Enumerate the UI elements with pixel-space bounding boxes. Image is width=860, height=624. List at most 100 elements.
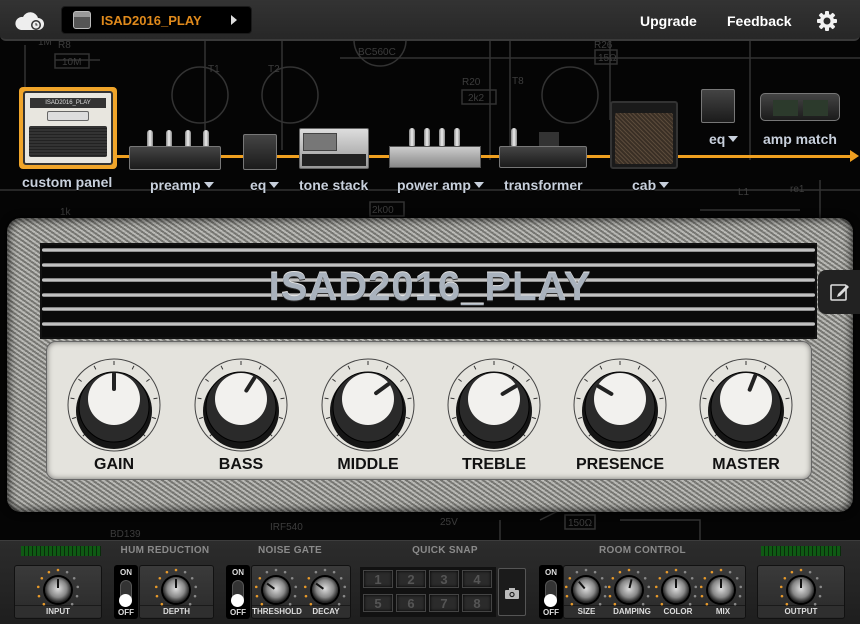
- toggle-on-label: ON: [232, 568, 244, 577]
- schem-label: BC560C: [358, 47, 396, 58]
- camera-icon: [505, 588, 519, 599]
- schem-label: 150Ω: [568, 518, 593, 529]
- chain-custom-panel[interactable]: ISAD2016_PLAY: [19, 87, 117, 169]
- schem-label: R8: [58, 40, 71, 51]
- toggle-on-label: ON: [120, 568, 132, 577]
- noise-gate-toggle[interactable]: ON OFF: [226, 565, 250, 619]
- output-knob[interactable]: [788, 577, 814, 603]
- chain-label-eq-post[interactable]: eq: [709, 131, 739, 147]
- knob-bass[interactable]: [193, 357, 289, 453]
- schem-label: 2k2: [468, 93, 485, 104]
- knob-pointer: [175, 579, 177, 588]
- toggle-knob: [231, 594, 244, 607]
- toggle-off-label: OFF: [118, 608, 134, 617]
- chain-transformer[interactable]: [499, 128, 587, 170]
- snap-slot-4[interactable]: 4: [462, 570, 492, 588]
- amp-thumbnail-icon: [73, 11, 91, 29]
- depth-knob[interactable]: [163, 577, 189, 603]
- knob-treble[interactable]: [446, 357, 542, 453]
- knob-pointer: [720, 579, 722, 588]
- chain-label-transformer[interactable]: transformer: [504, 177, 583, 193]
- gear-icon[interactable]: [816, 10, 838, 32]
- dropdown-caret-icon: [269, 182, 280, 188]
- knob-pointer: [57, 579, 59, 588]
- dropdown-caret-icon: [473, 182, 484, 188]
- knob-label-bass: BASS: [218, 456, 264, 473]
- chain-tone-stack[interactable]: [299, 128, 369, 169]
- section-hum-reduction: HUM REDUCTION: [120, 545, 210, 556]
- chain-label-eq[interactable]: eq: [250, 177, 280, 193]
- schem-label: re1: [790, 184, 805, 195]
- preset-selector[interactable]: ISAD2016_PLAY: [61, 6, 252, 34]
- chain-label-amp-match[interactable]: amp match: [763, 131, 837, 147]
- upgrade-link[interactable]: Upgrade: [640, 13, 697, 29]
- snap-slot-6[interactable]: 6: [396, 594, 426, 612]
- snap-slot-1[interactable]: 1: [363, 570, 393, 588]
- dropdown-caret-icon: [203, 182, 214, 188]
- knob-label-treble: TREBLE: [462, 456, 526, 473]
- schem-label: 2k00: [372, 205, 394, 216]
- chain-power-amp[interactable]: [389, 128, 481, 170]
- schem-label: IRF540: [270, 522, 303, 533]
- knob-pointer: [800, 579, 802, 588]
- chain-preamp[interactable]: [129, 130, 221, 170]
- snapshot-button[interactable]: [498, 568, 526, 616]
- signal-chain-arrow-icon: [850, 150, 859, 162]
- section-noise-gate: NOISE GATE: [258, 545, 322, 556]
- threshold-knob[interactable]: [263, 577, 289, 603]
- dropdown-caret-icon: [659, 182, 670, 188]
- hum-reduction-toggle[interactable]: ON OFF: [114, 565, 138, 619]
- schem-label: 1k: [60, 207, 72, 218]
- knob-gain[interactable]: [66, 357, 162, 453]
- output-level-meter: [761, 546, 841, 556]
- knob-pointer: [315, 582, 324, 590]
- knob-label-gain: GAIN: [94, 456, 134, 473]
- schem-label: T2: [268, 64, 280, 75]
- edit-panel-button[interactable]: [818, 270, 860, 314]
- toggle-off-label: OFF: [543, 608, 559, 617]
- chain-label-power-amp[interactable]: power amp: [397, 177, 484, 193]
- feedback-link[interactable]: Feedback: [727, 13, 792, 29]
- knob-pointer: [266, 582, 275, 590]
- toggle-off-label: OFF: [230, 608, 246, 617]
- mix-knob[interactable]: [708, 577, 734, 603]
- cloud-icon[interactable]: [14, 10, 44, 32]
- decay-knob[interactable]: [312, 577, 338, 603]
- snap-slot-3[interactable]: 3: [429, 570, 459, 588]
- chain-amp-match[interactable]: [760, 93, 840, 121]
- knob-pointer: [578, 580, 586, 590]
- knob-middle[interactable]: [320, 357, 416, 453]
- schem-label: 25V: [440, 517, 458, 528]
- section-quick-snap: QUICK SNAP: [412, 545, 478, 556]
- chain-label-custom-panel[interactable]: custom panel: [22, 174, 112, 190]
- knob-pointer: [628, 579, 633, 589]
- knob-master[interactable]: [698, 357, 794, 453]
- chain-label-tone-stack[interactable]: tone stack: [299, 177, 368, 193]
- section-room-control: ROOM CONTROL: [599, 545, 686, 556]
- input-level-meter: [21, 546, 101, 556]
- schem-label: L1: [738, 187, 750, 198]
- schem-label: 1M: [38, 40, 52, 48]
- color-knob[interactable]: [663, 577, 689, 603]
- schem-label: BD139: [110, 529, 141, 540]
- schem-label: T1: [208, 64, 220, 75]
- chain-eq-post[interactable]: [701, 89, 735, 123]
- snap-slot-5[interactable]: 5: [363, 594, 393, 612]
- play-arrow-icon[interactable]: [231, 15, 237, 25]
- chain-eq[interactable]: [243, 134, 277, 170]
- preset-name: ISAD2016_PLAY: [101, 12, 202, 28]
- input-knob[interactable]: [45, 577, 71, 603]
- snap-slot-8[interactable]: 8: [462, 594, 492, 612]
- snap-slot-7[interactable]: 7: [429, 594, 459, 612]
- knob-presence[interactable]: [572, 357, 668, 453]
- chain-cab[interactable]: [610, 101, 678, 169]
- size-knob[interactable]: [573, 577, 599, 603]
- room-control-toggle[interactable]: ON OFF: [539, 565, 563, 619]
- toggle-on-label: ON: [545, 568, 557, 577]
- chain-label-preamp[interactable]: preamp: [150, 177, 214, 193]
- top-bar: ISAD2016_PLAY Upgrade Feedback: [0, 0, 860, 41]
- thumbnail-title: ISAD2016_PLAY: [30, 98, 106, 108]
- snap-slot-2[interactable]: 2: [396, 570, 426, 588]
- damping-knob[interactable]: [616, 577, 642, 603]
- chain-label-cab[interactable]: cab: [632, 177, 670, 193]
